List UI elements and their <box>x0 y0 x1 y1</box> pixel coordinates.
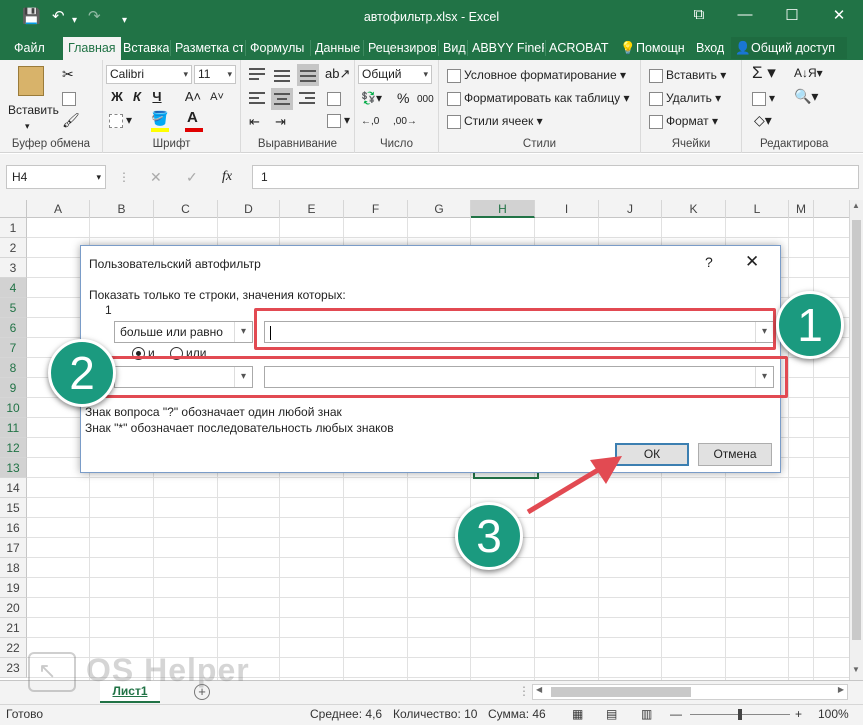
arrow-to-ok <box>526 456 622 515</box>
annotation-badge-3: 3 <box>455 502 523 570</box>
annotation-badge-1: 1 <box>776 291 844 359</box>
annotation-badge-2: 2 <box>48 339 116 407</box>
